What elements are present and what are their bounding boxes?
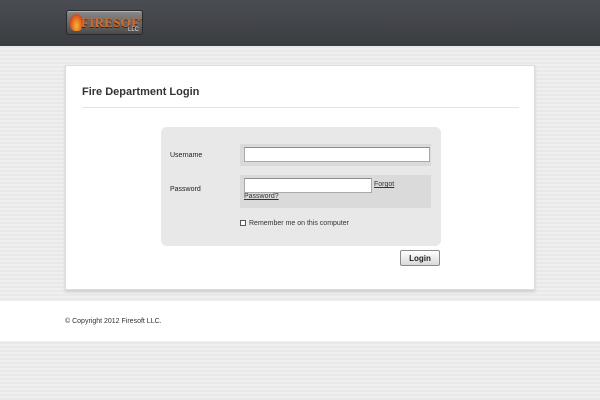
password-label: Password <box>170 186 201 193</box>
username-row: Username <box>161 144 441 166</box>
password-row: Password Forgot Password? <box>161 175 441 208</box>
login-button[interactable]: Login <box>400 250 440 266</box>
forgot-password-link[interactable]: Forgot Password? <box>244 179 404 203</box>
copyright-text: © Copyright 2012 Firesoft LLC. <box>65 318 162 325</box>
username-input[interactable] <box>244 147 430 162</box>
firesoft-logo[interactable]: FIRESOFT LLC <box>66 10 143 35</box>
remember-me-checkbox[interactable] <box>240 220 246 226</box>
username-field-container <box>240 144 431 166</box>
remember-me-option[interactable]: Remember me on this computer <box>240 218 349 228</box>
login-form: Username Password Forgot Password? Remem… <box>161 127 441 246</box>
top-header-bar: FIRESOFT LLC <box>0 0 600 46</box>
page-title: Fire Department Login <box>82 86 200 98</box>
password-field-container: Forgot Password? <box>240 175 431 208</box>
footer: © Copyright 2012 Firesoft LLC. <box>0 301 600 341</box>
username-label: Username <box>170 152 203 159</box>
title-divider <box>82 107 519 108</box>
login-panel: Fire Department Login Username Password … <box>65 65 535 290</box>
remember-me-label: Remember me on this computer <box>249 219 349 227</box>
logo-suffix: LLC <box>127 27 139 33</box>
